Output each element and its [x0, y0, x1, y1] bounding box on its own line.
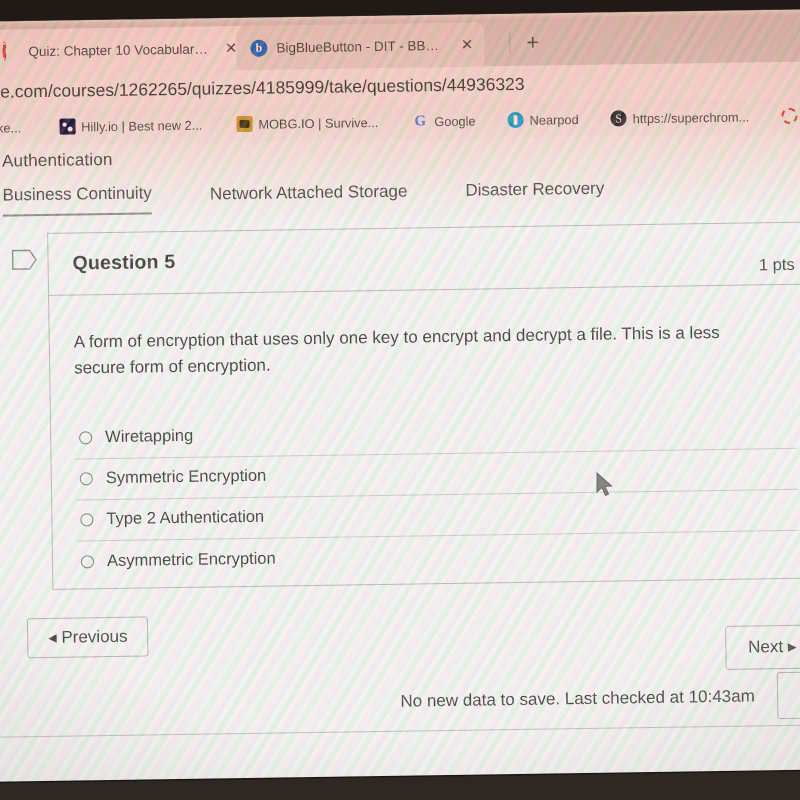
monitor-screen: Quiz: Chapter 10 Vocabulary Test ✕ b Big… — [0, 9, 800, 782]
photographed-screen: Quiz: Chapter 10 Vocabulary Test ✕ b Big… — [0, 0, 800, 800]
answer-label: Asymmetric Encryption — [106, 549, 276, 570]
url-dashed-circle-icon — [781, 107, 798, 125]
mobg-icon — [236, 115, 253, 133]
question-points: 1 pts — [758, 255, 795, 275]
superchrome-icon: S — [610, 110, 627, 127]
answer-label: Symmetric Encryption — [105, 466, 267, 488]
bookmark-mobg[interactable]: MOBG.IO | Survive... — [226, 114, 388, 133]
next-button[interactable]: Next ▸ — [724, 624, 800, 670]
new-tab-button[interactable]: + — [526, 30, 539, 55]
question-text: A form of encryption that uses only one … — [73, 322, 720, 378]
bigbluebutton-icon: b — [250, 39, 268, 57]
bookmark-superchrome[interactable]: S https://superchrom... — [601, 108, 760, 127]
nearpod-icon — [507, 111, 524, 129]
bookmark-label: Hilly.io | Best new 2... — [81, 117, 203, 134]
tab-separator — [509, 32, 511, 55]
flag-question-icon[interactable] — [11, 249, 37, 270]
quiz-tab-business-continuity[interactable]: Business Continuity — [2, 183, 153, 217]
bookmark-label: Google — [434, 113, 476, 129]
quiz-tab-disaster-recovery[interactable]: Disaster Recovery — [465, 179, 604, 210]
google-g-icon: G — [414, 113, 427, 130]
question-card: Question 5 1 pts A form of encryption th… — [47, 221, 800, 590]
quiz-page: Authentication Business Continuity Netwo… — [0, 133, 800, 766]
quiz-nav: Authentication Business Continuity Netwo… — [0, 133, 800, 217]
submit-quiz-button[interactable]: Submit Quiz — [776, 670, 800, 720]
answer-label: Type 2 Authentication — [106, 507, 265, 529]
radio-icon[interactable] — [79, 472, 93, 486]
answer-label: Wiretapping — [105, 426, 194, 447]
hilly-icon — [59, 118, 76, 135]
previous-button[interactable]: ◂ Previous — [26, 616, 149, 658]
browser-tab-title: Quiz: Chapter 10 Vocabulary Test — [28, 40, 212, 59]
url-text: cture.com/courses/1262265/quizzes/418599… — [0, 73, 525, 102]
bookmark-blocker[interactable]: blocke... — [0, 120, 31, 136]
close-icon[interactable]: ✕ — [461, 36, 474, 53]
bookmark-label: blocke... — [0, 119, 22, 136]
bookmark-url[interactable]: URL — [771, 107, 800, 125]
question-body: A form of encryption that uses only one … — [49, 284, 800, 588]
browser-tab-title: BigBlueButton - DIT - BBB Class — [276, 37, 448, 55]
question-area: Question 5 1 pts A form of encryption th… — [0, 221, 800, 591]
bookmark-google[interactable]: G Google — [402, 112, 485, 129]
bookmark-hilly[interactable]: Hilly.io | Best new 2... — [49, 116, 212, 135]
radio-icon[interactable] — [79, 431, 93, 445]
browser-tab-bigbluebutton[interactable]: b BigBlueButton - DIT - BBB Class ✕ — [236, 22, 485, 71]
canvas-dashed-circle-icon — [2, 40, 19, 61]
bookmark-label: Nearpod — [529, 111, 579, 128]
radio-icon[interactable] — [80, 513, 94, 527]
quiz-section-title: Authentication — [1, 149, 113, 171]
quiz-nav-tabs: Business Continuity Network Attached Sto… — [2, 173, 800, 217]
save-status-text: No new data to save. Last checked at 10:… — [400, 685, 755, 711]
answer-list: Wiretapping Symmetric Encryption Type 2 … — [74, 407, 799, 588]
radio-icon[interactable] — [80, 554, 95, 569]
browser-tab-quiz[interactable]: Quiz: Chapter 10 Vocabulary Test ✕ — [0, 25, 249, 74]
question-header: Question 5 1 pts — [48, 222, 800, 296]
bookmark-nearpod[interactable]: Nearpod — [497, 111, 588, 129]
bookmark-label: https://superchrom... — [632, 108, 750, 126]
save-status-bar: No new data to save. Last checked at 10:… — [0, 664, 800, 738]
bookmark-label: MOBG.IO | Survive... — [258, 114, 379, 132]
quiz-tab-network-attached-storage[interactable]: Network Attached Storage — [210, 182, 408, 214]
question-number: Question 5 — [72, 251, 176, 275]
